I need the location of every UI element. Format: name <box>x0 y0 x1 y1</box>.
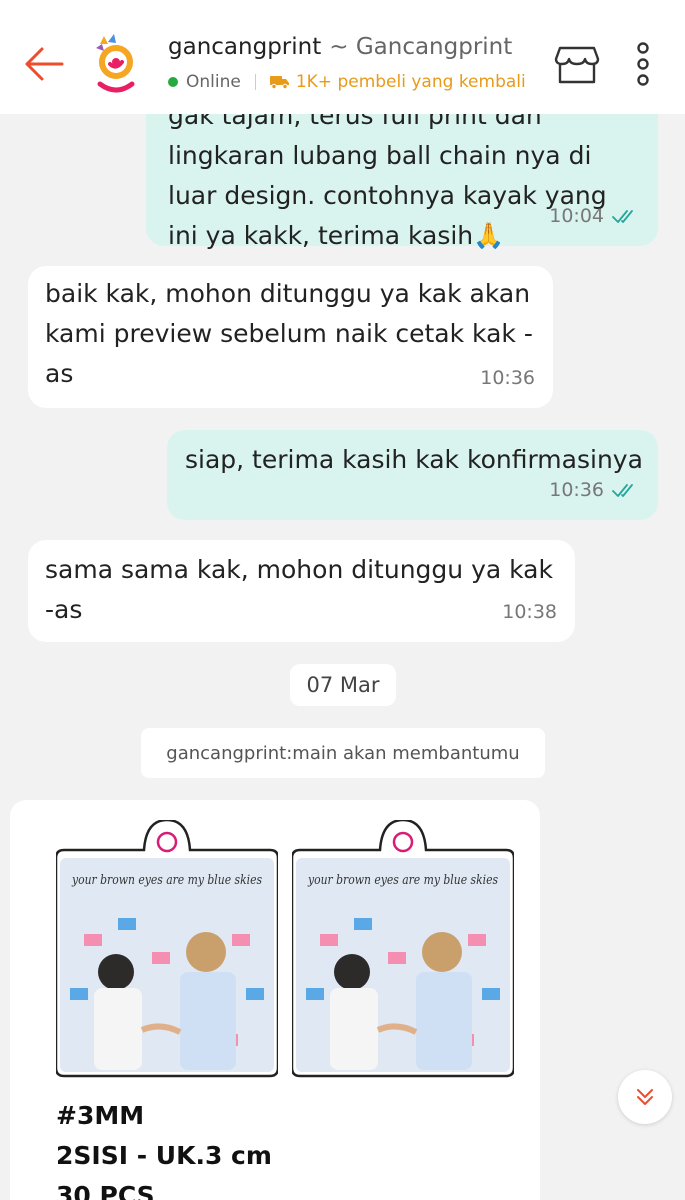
spec-line: 2SISI - UK.3 cm <box>56 1141 272 1170</box>
status-divider <box>254 74 256 90</box>
message-text: baik kak, mohon ditunggu ya kak akan kam… <box>45 279 533 388</box>
message-meta: 10:36 <box>480 358 535 398</box>
store-icon[interactable] <box>554 44 600 86</box>
artwork-caption: your brown eyes are my blue skies <box>307 873 498 888</box>
keychain-preview-image[interactable]: your brown eyes are my blue skies <box>56 820 278 1080</box>
read-ticks-icon <box>612 484 633 497</box>
repeat-buyers-label: 1K+ pembeli yang kembali <box>295 72 526 92</box>
message-meta: 10:38 <box>502 592 557 632</box>
shop-title[interactable]: gancangprint ~ Gancangprint <box>168 34 512 60</box>
product-spec-text: #3MM 2SISI - UK.3 cm 30 PCS <box>56 1096 272 1200</box>
shop-subtitle: Gancangprint <box>355 34 513 60</box>
artwork-caption: your brown eyes are my blue skies <box>71 873 262 888</box>
read-ticks-icon <box>612 210 633 223</box>
shop-status-row: Online 1K+ pembeli yang kembali <box>168 72 526 92</box>
image-message[interactable]: your brown eyes are my blue skies your b… <box>10 800 540 1200</box>
system-message: gancangprint:main akan membantumu <box>141 728 545 778</box>
scroll-to-bottom-button[interactable] <box>618 1070 672 1124</box>
chat-header: gancangprint ~ Gancangprint Online 1K+ pe… <box>0 0 685 114</box>
keychain-preview-image[interactable]: your brown eyes are my blue skies <box>292 820 514 1080</box>
message-bubble-outgoing[interactable]: siap, terima kasih kak konfirmasinya 10:… <box>167 430 658 520</box>
message-time: 10:38 <box>502 601 557 623</box>
message-text: sama sama kak, mohon ditunggu ya kak -as <box>45 555 553 624</box>
message-time: 10:04 <box>549 205 604 227</box>
message-time: 10:36 <box>480 367 535 389</box>
double-chevron-down-icon <box>637 1089 653 1105</box>
message-meta: 10:36 <box>549 470 640 510</box>
date-divider: 07 Mar <box>290 664 396 706</box>
online-status: Online <box>186 72 241 92</box>
spec-line: #3MM <box>56 1101 145 1130</box>
shop-logo[interactable] <box>94 34 138 94</box>
message-bubble-incoming[interactable]: baik kak, mohon ditunggu ya kak akan kam… <box>28 266 553 408</box>
spec-line: 30 PCS <box>56 1181 155 1200</box>
title-separator: ~ <box>329 34 349 60</box>
more-vertical-icon[interactable] <box>630 42 656 88</box>
message-time: 10:36 <box>549 479 604 501</box>
message-bubble-incoming[interactable]: sama sama kak, mohon ditunggu ya kak -as… <box>28 540 575 642</box>
back-arrow-icon[interactable] <box>22 42 66 86</box>
online-dot-icon <box>168 77 178 87</box>
message-meta: 10:04 <box>549 196 640 236</box>
shop-name: gancangprint <box>168 34 322 60</box>
truck-icon <box>269 76 289 89</box>
